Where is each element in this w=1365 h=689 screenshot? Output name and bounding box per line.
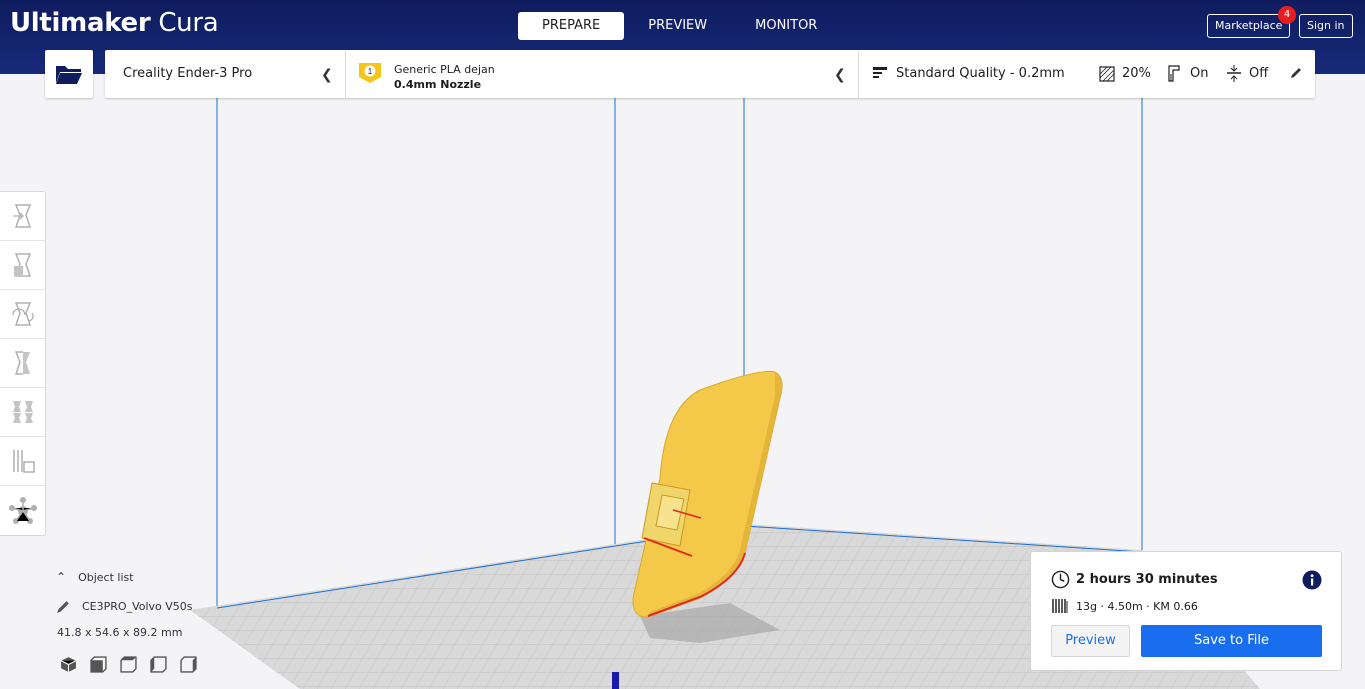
adhesion-value[interactable]: Off xyxy=(1249,66,1268,81)
nozzle-size[interactable]: 0.4mm Nozzle xyxy=(394,78,481,91)
material-usage: 13g · 4.50m · KM 0.66 xyxy=(1076,600,1198,613)
tool-panel xyxy=(0,191,46,536)
info-icon[interactable] xyxy=(1302,570,1322,590)
left-view-icon[interactable] xyxy=(150,656,167,673)
camera-view-buttons xyxy=(60,656,197,673)
spool-icon xyxy=(1052,599,1068,613)
rotate-icon xyxy=(11,302,34,326)
z-axis-indicator xyxy=(612,672,619,689)
pencil-icon xyxy=(57,601,69,613)
chevron-left-icon[interactable]: ❮ xyxy=(834,67,846,83)
print-setup-bar: Creality Ender-3 Pro ❮ 1 Generic PLA dej… xyxy=(105,50,1315,98)
open-file-button[interactable] xyxy=(45,50,93,98)
estimated-print-time: 2 hours 30 minutes xyxy=(1076,572,1218,587)
print-summary-panel: 2 hours 30 minutes 13g · 4.50m · KM 0.66… xyxy=(1030,551,1342,671)
save-to-file-button[interactable]: Save to File xyxy=(1141,625,1322,657)
object-file-name: CE3PRO_Volvo V50s xyxy=(82,600,193,613)
marketplace-notification-badge: 4 xyxy=(1278,6,1296,24)
printer-selector-label[interactable]: Creality Ender-3 Pro xyxy=(123,66,252,81)
extruder-badge-icon[interactable]: 1 xyxy=(358,62,382,84)
material-name[interactable]: Generic PLA dejan xyxy=(394,63,495,76)
mirror-icon xyxy=(14,351,30,375)
mirror-tool-button[interactable] xyxy=(0,339,45,388)
right-view-icon[interactable] xyxy=(180,656,197,673)
pencil-icon[interactable] xyxy=(1290,67,1302,79)
app-logo: Ultimaker Cura xyxy=(10,8,219,38)
custom-supports-icon xyxy=(8,496,37,524)
chevron-up-icon: ⌃ xyxy=(56,570,67,584)
tab-monitor[interactable]: MONITOR xyxy=(731,12,841,40)
clock-icon xyxy=(1051,570,1070,589)
per-model-settings-button[interactable] xyxy=(0,388,45,437)
infill-value[interactable]: 20% xyxy=(1122,66,1151,81)
custom-supports-button[interactable] xyxy=(0,486,45,535)
support-blocker-button[interactable] xyxy=(0,437,45,486)
chevron-left-icon[interactable]: ❮ xyxy=(321,67,333,83)
tab-preview[interactable]: PREVIEW xyxy=(624,12,731,40)
preview-button[interactable]: Preview xyxy=(1051,625,1130,657)
move-icon xyxy=(12,204,31,228)
object-list-item[interactable]: CE3PRO_Volvo V50s xyxy=(56,600,193,614)
move-tool-button[interactable] xyxy=(0,192,45,241)
per-model-settings-icon xyxy=(12,401,33,423)
scale-tool-button[interactable] xyxy=(0,241,45,290)
object-list-title: Object list xyxy=(78,571,134,584)
support-value[interactable]: On xyxy=(1190,66,1208,81)
object-list-toggle[interactable]: ⌃ Object list xyxy=(56,570,134,584)
folder-icon xyxy=(56,66,82,84)
front-view-icon[interactable] xyxy=(90,656,107,673)
tab-prepare[interactable]: PREPARE xyxy=(518,12,625,40)
support-blocker-icon xyxy=(12,450,35,473)
3d-view-icon[interactable] xyxy=(60,656,77,673)
infill-icon xyxy=(1099,66,1115,82)
rotate-tool-button[interactable] xyxy=(0,290,45,339)
svg-text:1: 1 xyxy=(368,67,373,76)
object-dimensions: 41.8 x 54.6 x 89.2 mm xyxy=(57,626,183,639)
quality-icon xyxy=(873,67,887,78)
sign-in-button[interactable]: Sign in xyxy=(1299,14,1353,38)
adhesion-icon xyxy=(1227,65,1241,82)
stage-tabs: PREPARE PREVIEW MONITOR xyxy=(518,12,841,40)
support-icon xyxy=(1168,65,1180,82)
scale-icon xyxy=(13,253,31,277)
top-view-icon[interactable] xyxy=(120,656,137,673)
quality-profile-label[interactable]: Standard Quality - 0.2mm xyxy=(896,66,1065,81)
